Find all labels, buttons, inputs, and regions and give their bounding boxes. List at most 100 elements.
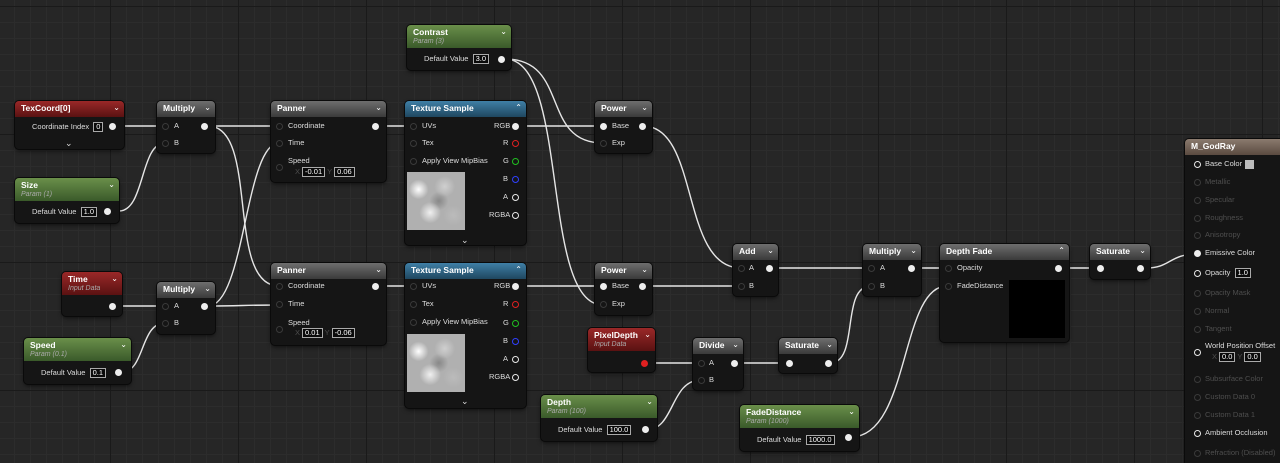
chevron-down-icon[interactable]: ⌄ bbox=[641, 103, 648, 112]
input-pin-b[interactable] bbox=[698, 377, 705, 384]
input-pin-specular[interactable] bbox=[1194, 197, 1201, 204]
speed-param-node[interactable]: Speed Param (0.1) ⌄ Default Value 0.1 bbox=[24, 338, 131, 384]
output-pin-rgb[interactable] bbox=[512, 283, 519, 290]
input-pin-time[interactable] bbox=[276, 140, 283, 147]
input-pin-coordinate[interactable] bbox=[276, 283, 283, 290]
node-header[interactable]: Saturate ⌄ bbox=[1090, 244, 1150, 260]
input-pin-speed[interactable] bbox=[276, 164, 283, 171]
expand-arrow-icon[interactable]: ⌄ bbox=[65, 138, 73, 148]
output-pin-rgba[interactable] bbox=[512, 374, 519, 381]
input-pin-exp[interactable] bbox=[600, 301, 607, 308]
node-header[interactable]: FadeDistance Param (1000) ⌄ bbox=[740, 405, 859, 428]
output-pin[interactable] bbox=[372, 123, 379, 130]
input-pin-b[interactable] bbox=[162, 320, 169, 327]
speed-y-field[interactable]: 0.06 bbox=[334, 167, 355, 177]
input-pin-uvs[interactable] bbox=[410, 123, 417, 130]
output-pin-g[interactable] bbox=[512, 158, 519, 165]
input-pin-custom1[interactable] bbox=[1194, 412, 1201, 419]
node-header[interactable]: Panner ⌄ bbox=[271, 263, 386, 279]
speed-y-field[interactable]: -0.06 bbox=[331, 328, 355, 338]
input-pin-a[interactable] bbox=[162, 123, 169, 130]
size-param-node[interactable]: Size Param (1) ⌄ Default Value 1.0 bbox=[15, 178, 119, 223]
input-pin-mipbias[interactable] bbox=[410, 319, 417, 326]
chevron-down-icon[interactable]: ⌄ bbox=[461, 396, 469, 406]
node-header[interactable]: Depth Param (100) ⌄ bbox=[541, 395, 657, 418]
node-header[interactable]: Multiply ⌄ bbox=[863, 244, 921, 260]
input-pin-custom0[interactable] bbox=[1194, 394, 1201, 401]
chevron-down-icon[interactable]: ⌄ bbox=[910, 246, 917, 255]
input-pin-b[interactable] bbox=[868, 283, 875, 290]
output-pin[interactable] bbox=[109, 123, 116, 130]
output-pin[interactable] bbox=[109, 303, 116, 310]
input-pin-base[interactable] bbox=[600, 123, 607, 130]
output-pin[interactable] bbox=[115, 369, 122, 376]
divide-node[interactable]: Divide ⌄ A B bbox=[693, 338, 743, 390]
chevron-down-icon[interactable]: ⌄ bbox=[644, 330, 651, 339]
chevron-down-icon[interactable]: ⌄ bbox=[204, 284, 211, 293]
fadedistance-param-node[interactable]: FadeDistance Param (1000) ⌄ Default Value … bbox=[740, 405, 859, 451]
input-pin-b[interactable] bbox=[738, 283, 745, 290]
output-pin-r[interactable] bbox=[512, 301, 519, 308]
chevron-down-icon[interactable]: ⌄ bbox=[204, 103, 211, 112]
input-pin-a[interactable] bbox=[162, 303, 169, 310]
node-header[interactable]: Saturate ⌄ bbox=[779, 338, 837, 354]
contrast-param-node[interactable]: Contrast Param (3) ⌄ Default Value 3.0 bbox=[407, 25, 511, 70]
multiply-node[interactable]: Multiply ⌄ A B bbox=[157, 101, 215, 153]
input-pin-coordinate[interactable] bbox=[276, 123, 283, 130]
multiply-node[interactable]: Multiply ⌄ A B bbox=[863, 244, 921, 296]
output-pin[interactable] bbox=[498, 56, 505, 63]
chevron-down-icon[interactable]: ⌄ bbox=[461, 235, 469, 245]
default-value-field[interactable]: 0.1 bbox=[89, 368, 107, 378]
input-pin-roughness[interactable] bbox=[1194, 215, 1201, 222]
panner-node[interactable]: Panner ⌄ Coordinate Time Speed X 0.01 Y -0.… bbox=[271, 263, 386, 345]
input-pin-time[interactable] bbox=[276, 301, 283, 308]
node-header[interactable]: Power ⌄ bbox=[595, 101, 652, 117]
saturate-node[interactable]: Saturate ⌄ bbox=[1090, 244, 1150, 279]
output-pin-b[interactable] bbox=[512, 176, 519, 183]
node-header[interactable]: Multiply ⌄ bbox=[157, 282, 215, 298]
chevron-down-icon[interactable]: ⌄ bbox=[826, 340, 833, 349]
chevron-down-icon[interactable]: ⌄ bbox=[108, 180, 115, 189]
color-swatch[interactable] bbox=[1245, 159, 1255, 169]
node-header[interactable]: Power ⌄ bbox=[595, 263, 652, 279]
output-pin-a[interactable] bbox=[512, 194, 519, 201]
chevron-down-icon[interactable]: ⌄ bbox=[646, 397, 653, 406]
node-header[interactable]: Texture Sample ⌃ bbox=[405, 263, 526, 279]
output-pin[interactable] bbox=[104, 208, 111, 215]
output-pin-a[interactable] bbox=[512, 356, 519, 363]
input-pin-anisotropy[interactable] bbox=[1194, 232, 1201, 239]
input-pin-subsurface[interactable] bbox=[1194, 376, 1201, 383]
input-pin-opacity[interactable] bbox=[1194, 270, 1201, 277]
time-input-node[interactable]: Time Input Data ⌄ bbox=[62, 272, 122, 316]
output-pin[interactable] bbox=[639, 283, 646, 290]
chevron-down-icon[interactable]: ⌄ bbox=[375, 103, 382, 112]
output-pin[interactable] bbox=[845, 434, 852, 441]
chevron-down-icon[interactable]: ⌄ bbox=[120, 340, 127, 349]
chevron-down-icon[interactable]: ⌄ bbox=[848, 407, 855, 416]
output-pin[interactable] bbox=[639, 123, 646, 130]
input-pin-normal[interactable] bbox=[1194, 308, 1201, 315]
power-node[interactable]: Power ⌄ Base Exp bbox=[595, 263, 652, 315]
input-pin[interactable] bbox=[786, 360, 793, 367]
node-header[interactable]: Add ⌄ bbox=[733, 244, 778, 260]
node-header[interactable]: Depth Fade ⌃ bbox=[940, 244, 1069, 260]
node-header[interactable]: Multiply ⌄ bbox=[157, 101, 215, 117]
input-pin-metallic[interactable] bbox=[1194, 179, 1201, 186]
chevron-down-icon[interactable]: ⌄ bbox=[113, 103, 120, 112]
default-value-field[interactable]: 1000.0 bbox=[805, 435, 835, 445]
pixeldepth-input-node[interactable]: PixelDepth Input Data ⌄ bbox=[588, 328, 655, 372]
texture-sample-node[interactable]: Texture Sample ⌃ UVs Tex Apply View MipBi… bbox=[405, 263, 526, 408]
node-header[interactable]: Speed Param (0.1) ⌄ bbox=[24, 338, 131, 361]
input-pin-tangent[interactable] bbox=[1194, 326, 1201, 333]
output-pin[interactable] bbox=[641, 360, 648, 367]
output-pin[interactable] bbox=[1055, 265, 1062, 272]
input-pin-base-color[interactable] bbox=[1194, 161, 1201, 168]
node-header[interactable]: Panner ⌄ bbox=[271, 101, 386, 117]
output-pin[interactable] bbox=[766, 265, 773, 272]
chevron-down-icon[interactable]: ⌄ bbox=[1139, 246, 1146, 255]
chevron-down-icon[interactable]: ⌄ bbox=[111, 274, 118, 283]
texture-sample-node[interactable]: Texture Sample ⌃ UVs Tex Apply View MipBi… bbox=[405, 101, 526, 245]
input-pin-tex[interactable] bbox=[410, 301, 417, 308]
default-value-field[interactable]: 100.0 bbox=[606, 425, 632, 435]
input-pin-emissive[interactable] bbox=[1194, 250, 1201, 257]
